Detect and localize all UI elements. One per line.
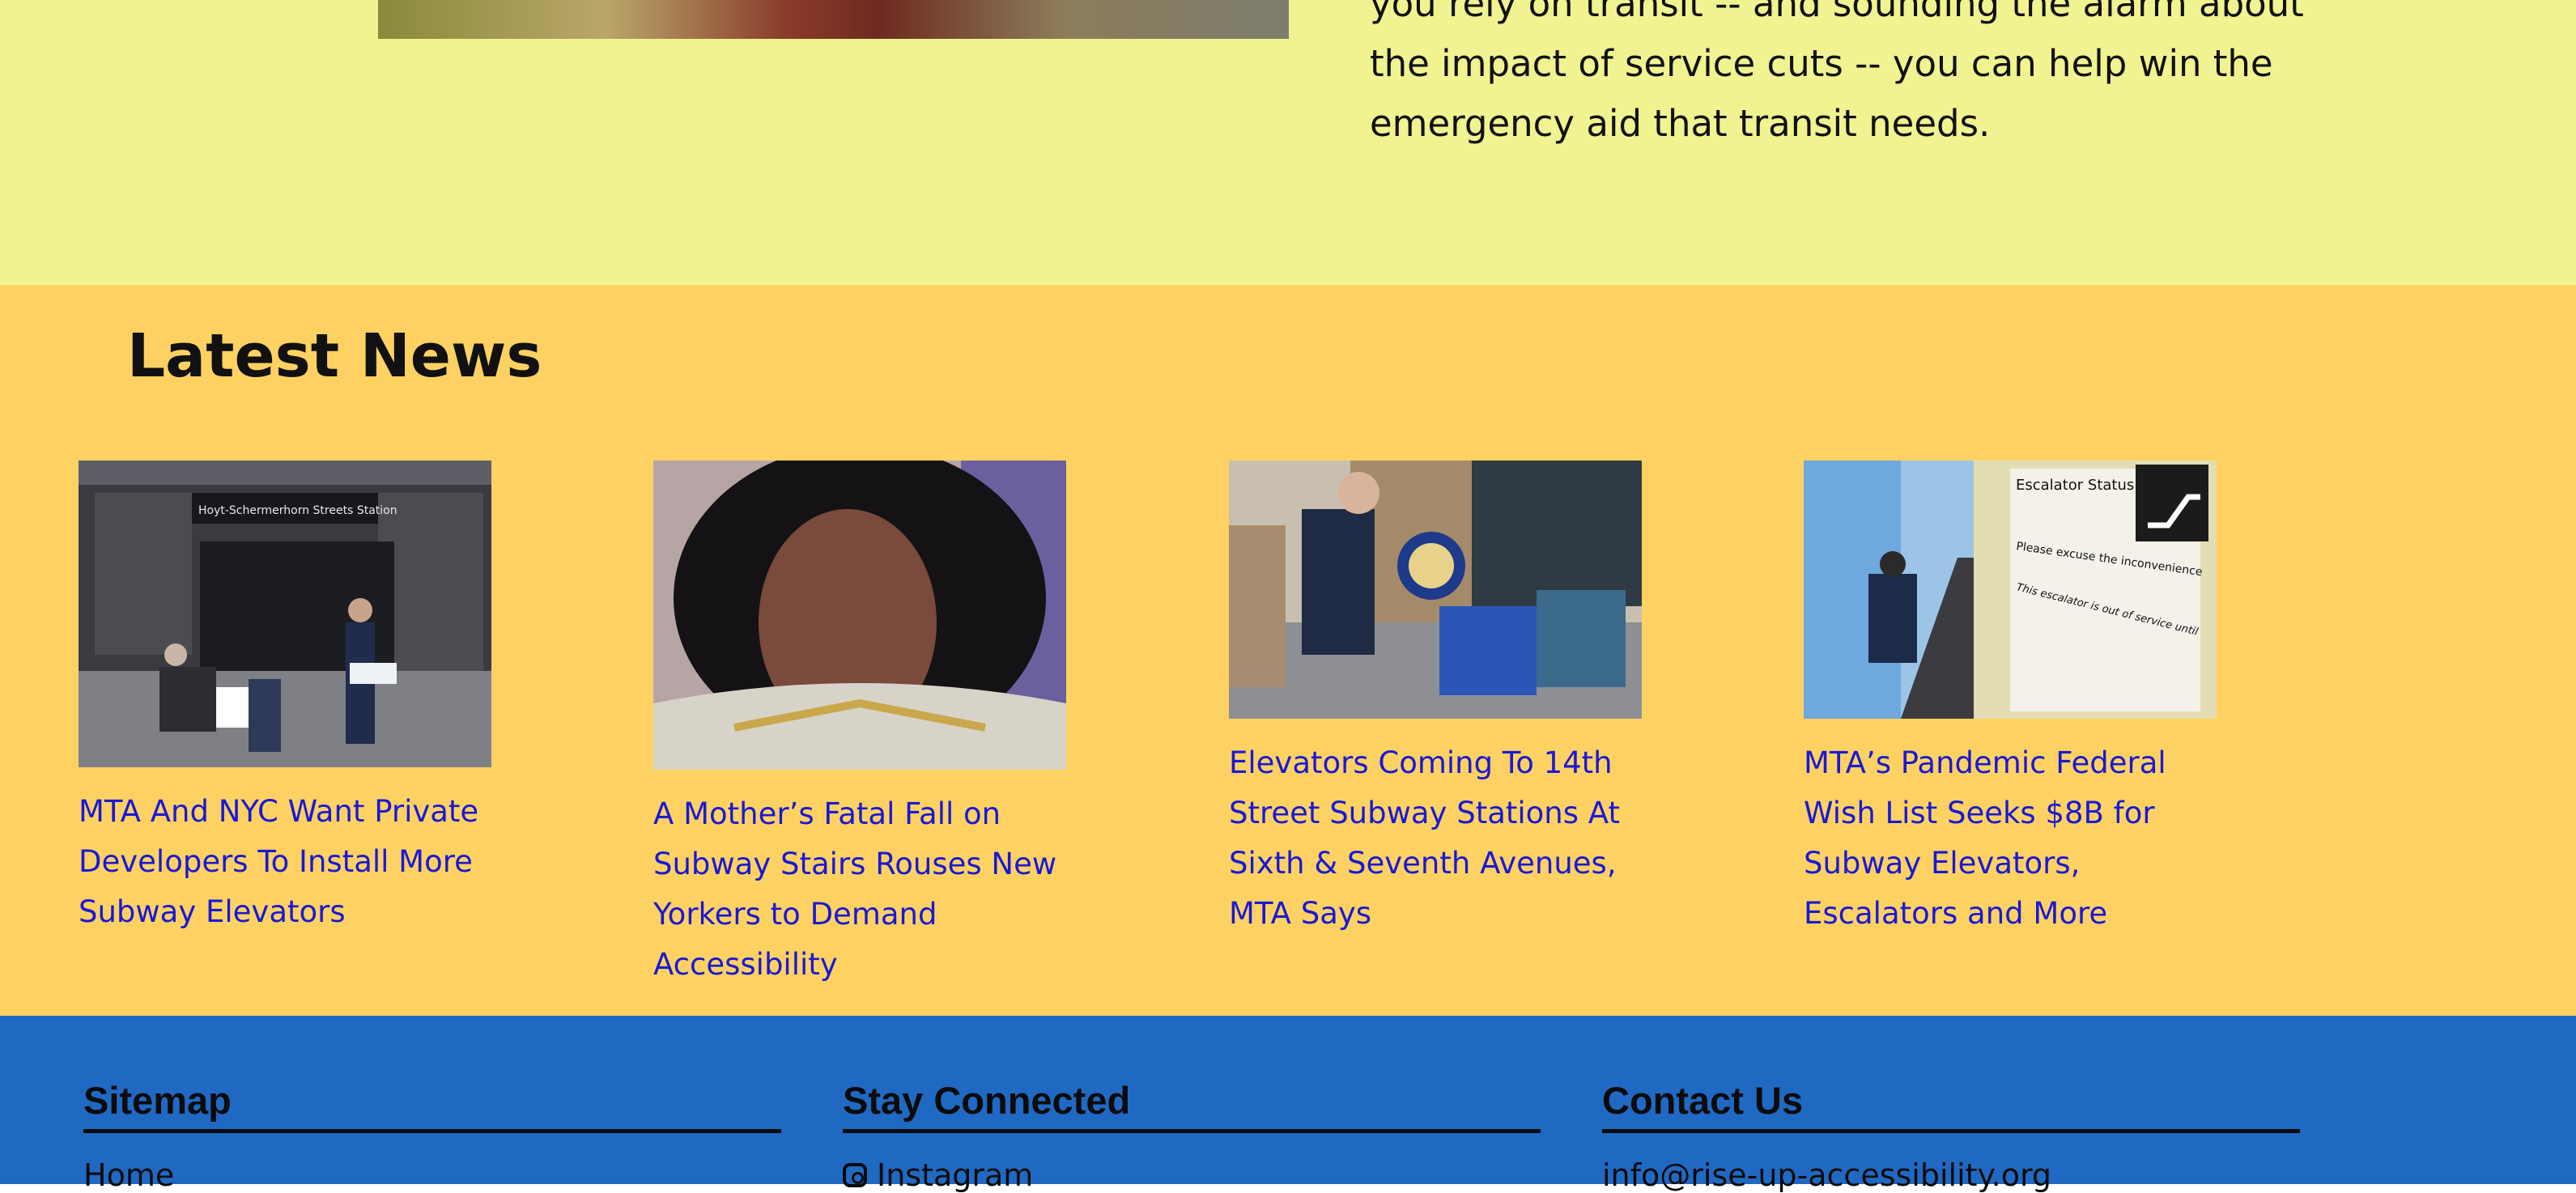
news-article: Hoyt-Schermerhorn Streets Station MTA An… <box>79 461 495 937</box>
sitemap-heading: Sitemap <box>83 1072 781 1133</box>
hero-text-line: emergency aid that transit needs. <box>1370 102 1991 145</box>
article-link[interactable]: MTA’s Pandemic Federal Wish List Seeks $… <box>1804 738 2217 939</box>
hero-text-line: the impact of service cuts -- you can he… <box>1370 42 2273 85</box>
instagram-link[interactable]: Instagram <box>843 1157 1541 1193</box>
article-image[interactable] <box>1229 461 1642 719</box>
news-article: A Mother’s Fatal Fall on Subway Stairs R… <box>653 461 1070 990</box>
contact-email-label[interactable]: info@rise-up-accessibility.org <box>1602 1157 2051 1193</box>
article-link[interactable]: MTA And NYC Want Private Developers To I… <box>79 787 491 937</box>
sitemap-link[interactable]: Home <box>83 1157 781 1193</box>
footer-sitemap: Sitemap Home <box>83 1072 781 1193</box>
hero-photo <box>378 0 1289 39</box>
contact-us-heading: Contact Us <box>1602 1072 2300 1133</box>
stay-connected-heading: Stay Connected <box>843 1072 1541 1133</box>
news-article: Escalator Status Please excuse the incon… <box>1804 461 2221 939</box>
news-article: Elevators Coming To 14th Street Subway S… <box>1229 461 1646 939</box>
article-link[interactable]: A Mother’s Fatal Fall on Subway Stairs R… <box>653 789 1066 990</box>
latest-news-title: Latest News <box>127 321 542 391</box>
hero-text: you rely on transit -- and sounding the … <box>1370 0 2374 154</box>
escalator-sign-title: Escalator Status <box>2016 477 2134 494</box>
article-image[interactable]: Escalator Status Please excuse the incon… <box>1804 461 2217 719</box>
contact-email[interactable]: info@rise-up-accessibility.org <box>1602 1157 2300 1193</box>
instagram-link-label[interactable]: Instagram <box>877 1157 1033 1193</box>
footer-stay-connected: Stay Connected Instagram <box>843 1072 1541 1193</box>
article-link[interactable]: Elevators Coming To 14th Street Subway S… <box>1229 738 1642 939</box>
station-sign: Hoyt-Schermerhorn Streets Station <box>198 504 397 517</box>
sitemap-link-label[interactable]: Home <box>83 1157 174 1193</box>
article-image[interactable] <box>653 461 1066 770</box>
footer-contact-us: Contact Us info@rise-up-accessibility.or… <box>1602 1072 2300 1193</box>
article-image[interactable]: Hoyt-Schermerhorn Streets Station <box>79 461 491 767</box>
hero-text-line: you rely on transit -- and sounding the … <box>1370 0 2304 25</box>
